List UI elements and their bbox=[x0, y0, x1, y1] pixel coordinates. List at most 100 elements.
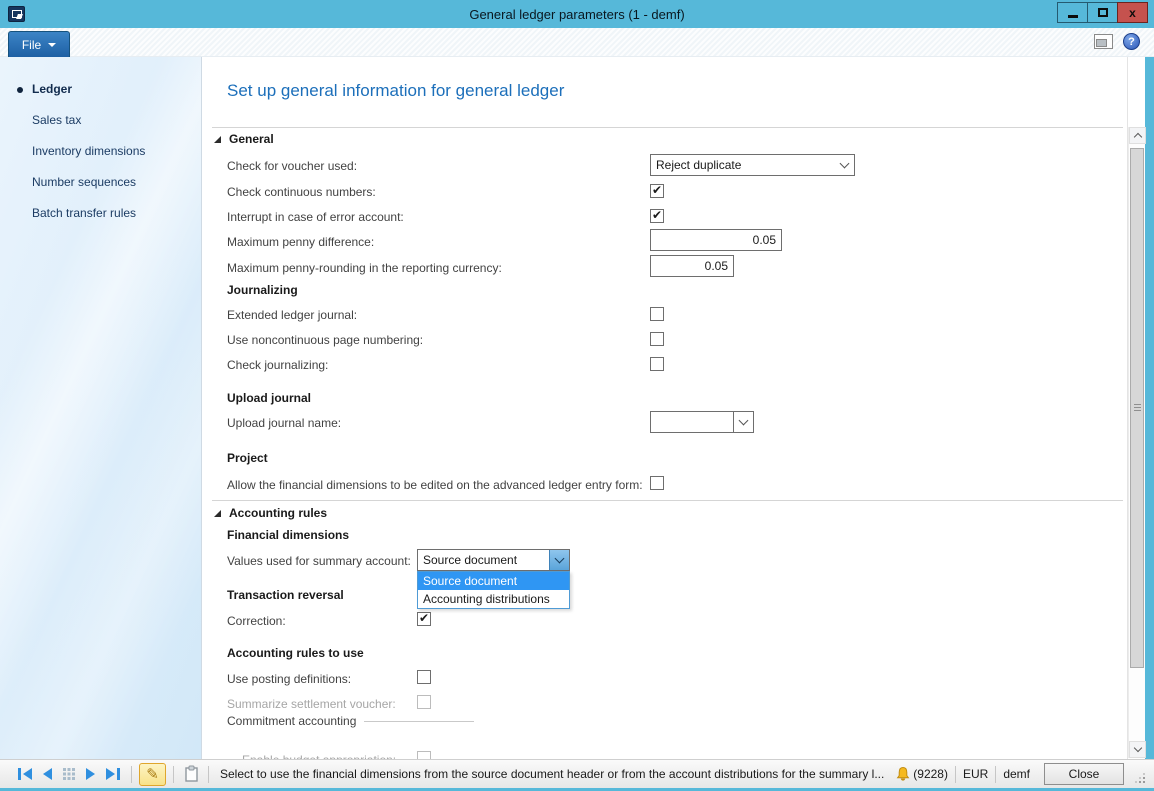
close-icon: x bbox=[1129, 7, 1136, 19]
voucher-used-label: Check for voucher used: bbox=[227, 159, 357, 173]
penny-difference-input[interactable]: 0.05 bbox=[650, 229, 782, 251]
resize-grip[interactable] bbox=[1132, 771, 1146, 785]
use-posting-definitions-label: Use posting definitions: bbox=[227, 672, 351, 686]
check-journalizing-label: Check journalizing: bbox=[227, 358, 328, 372]
noncontinuous-numbering-checkbox[interactable] bbox=[650, 332, 664, 346]
minimize-button[interactable] bbox=[1057, 2, 1088, 23]
minimize-icon bbox=[1068, 15, 1078, 18]
continuous-numbers-label: Check continuous numbers: bbox=[227, 185, 376, 199]
collapse-icon bbox=[214, 510, 221, 517]
file-menu-button[interactable]: File bbox=[8, 31, 70, 57]
notifications-indicator[interactable]: (9228) bbox=[895, 766, 948, 782]
penny-difference-label: Maximum penny difference: bbox=[227, 235, 374, 249]
scrollbar-thumb[interactable] bbox=[1130, 148, 1144, 668]
window-title: General ledger parameters (1 - demf) bbox=[0, 7, 1154, 22]
extended-journal-label: Extended ledger journal: bbox=[227, 308, 357, 322]
scroll-up-button[interactable] bbox=[1129, 127, 1146, 144]
group-header-general[interactable]: General bbox=[214, 132, 274, 146]
maximize-button[interactable] bbox=[1087, 2, 1118, 23]
correction-checkbox[interactable] bbox=[417, 612, 431, 626]
sidebar-item-number-sequences[interactable]: Number sequences bbox=[0, 167, 201, 198]
currency-indicator[interactable]: EUR bbox=[963, 767, 988, 781]
allow-financial-dimensions-label: Allow the financial dimensions to be edi… bbox=[227, 478, 643, 492]
layout-panel-icon[interactable] bbox=[1094, 34, 1113, 49]
transaction-reversal-header: Transaction reversal bbox=[227, 588, 344, 602]
edit-mode-button[interactable]: ✎ bbox=[139, 763, 166, 786]
pencil-icon: ✎ bbox=[146, 767, 159, 782]
close-window-button[interactable]: x bbox=[1117, 2, 1148, 23]
scrollbar-grip-icon bbox=[1134, 404, 1141, 413]
file-menu-label: File bbox=[22, 38, 41, 52]
correction-label: Correction: bbox=[227, 614, 286, 628]
first-record-button[interactable] bbox=[14, 764, 36, 784]
divider bbox=[208, 766, 209, 783]
accounting-rules-to-use-header: Accounting rules to use bbox=[227, 646, 364, 660]
menu-bar: File ? bbox=[0, 28, 1154, 57]
sidebar-item-ledger[interactable]: Ledger bbox=[0, 74, 201, 105]
penny-reporting-label: Maximum penny-rounding in the reporting … bbox=[227, 261, 502, 275]
app-window: General ledger parameters (1 - demf) x F… bbox=[0, 0, 1154, 791]
dropdown-option-source-document[interactable]: Source document bbox=[418, 572, 569, 590]
upload-journal-header: Upload journal bbox=[227, 391, 311, 405]
project-header: Project bbox=[227, 451, 268, 465]
continuous-numbers-checkbox[interactable] bbox=[650, 184, 664, 198]
financial-dimensions-header: Financial dimensions bbox=[227, 528, 349, 542]
previous-record-button[interactable] bbox=[36, 764, 58, 784]
vertical-scrollbar[interactable] bbox=[1128, 127, 1145, 758]
upload-journal-dropdown-button[interactable] bbox=[734, 411, 754, 433]
use-posting-definitions-checkbox[interactable] bbox=[417, 670, 431, 684]
page-title: Set up general information for general l… bbox=[227, 81, 564, 101]
chevron-down-icon[interactable] bbox=[834, 155, 854, 175]
interrupt-error-checkbox[interactable] bbox=[650, 209, 664, 223]
help-icon[interactable]: ? bbox=[1123, 33, 1140, 50]
divider bbox=[173, 766, 174, 783]
commitment-accounting-header: Commitment accounting bbox=[227, 714, 474, 728]
sidebar-item-sales-tax[interactable]: Sales tax bbox=[0, 105, 201, 136]
divider bbox=[995, 766, 996, 783]
maximize-icon bbox=[1098, 8, 1108, 17]
group-header-accounting-rules[interactable]: Accounting rules bbox=[214, 506, 327, 520]
last-record-button[interactable] bbox=[102, 764, 124, 784]
summarize-settlement-voucher-checkbox[interactable] bbox=[417, 695, 431, 709]
chevron-down-icon[interactable] bbox=[549, 550, 569, 570]
summary-account-label: Values used for summary account: bbox=[227, 554, 411, 568]
chevron-up-icon bbox=[1133, 133, 1141, 141]
penny-reporting-input[interactable]: 0.05 bbox=[650, 255, 734, 277]
upload-journal-name-label: Upload journal name: bbox=[227, 416, 341, 430]
sidebar: Ledger Sales tax Inventory dimensions Nu… bbox=[0, 57, 202, 759]
scroll-down-button[interactable] bbox=[1129, 741, 1146, 758]
upload-journal-name-input[interactable] bbox=[650, 411, 734, 433]
collapse-icon bbox=[214, 136, 221, 143]
extended-journal-checkbox[interactable] bbox=[650, 307, 664, 321]
title-bar: General ledger parameters (1 - demf) x bbox=[0, 0, 1154, 28]
check-journalizing-checkbox[interactable] bbox=[650, 357, 664, 371]
summarize-settlement-voucher-label: Summarize settlement voucher: bbox=[227, 697, 396, 711]
content-panel: Set up general information for general l… bbox=[202, 57, 1128, 759]
selected-bullet-icon bbox=[17, 87, 23, 93]
chevron-down-icon bbox=[1133, 744, 1141, 752]
app-icon bbox=[8, 6, 25, 22]
allow-financial-dimensions-checkbox[interactable] bbox=[650, 476, 664, 490]
summary-account-dropdown-list: Source document Accounting distributions bbox=[417, 571, 570, 609]
chevron-down-icon bbox=[48, 43, 56, 47]
journalizing-header: Journalizing bbox=[227, 283, 298, 297]
next-record-button[interactable] bbox=[80, 764, 102, 784]
scrollbar-column bbox=[1128, 57, 1145, 759]
enable-budget-appropriation-checkbox[interactable] bbox=[417, 751, 431, 759]
grid-view-button[interactable] bbox=[58, 764, 80, 784]
chevron-down-icon bbox=[739, 415, 749, 425]
dropdown-option-accounting-distributions[interactable]: Accounting distributions bbox=[418, 590, 569, 608]
voucher-used-combobox[interactable]: Reject duplicate bbox=[650, 154, 855, 176]
sidebar-item-inventory-dimensions[interactable]: Inventory dimensions bbox=[0, 136, 201, 167]
status-bar: ✎ Select to use the financial dimensions… bbox=[0, 759, 1154, 788]
summary-account-combobox[interactable]: Source document bbox=[417, 549, 570, 571]
company-indicator[interactable]: demf bbox=[1003, 767, 1030, 781]
paste-icon[interactable] bbox=[181, 763, 201, 785]
sidebar-item-batch-transfer-rules[interactable]: Batch transfer rules bbox=[0, 198, 201, 229]
divider bbox=[212, 500, 1123, 501]
close-button[interactable]: Close bbox=[1044, 763, 1124, 785]
divider bbox=[212, 127, 1123, 128]
divider bbox=[131, 766, 132, 783]
divider bbox=[955, 766, 956, 783]
bell-icon bbox=[895, 766, 911, 782]
